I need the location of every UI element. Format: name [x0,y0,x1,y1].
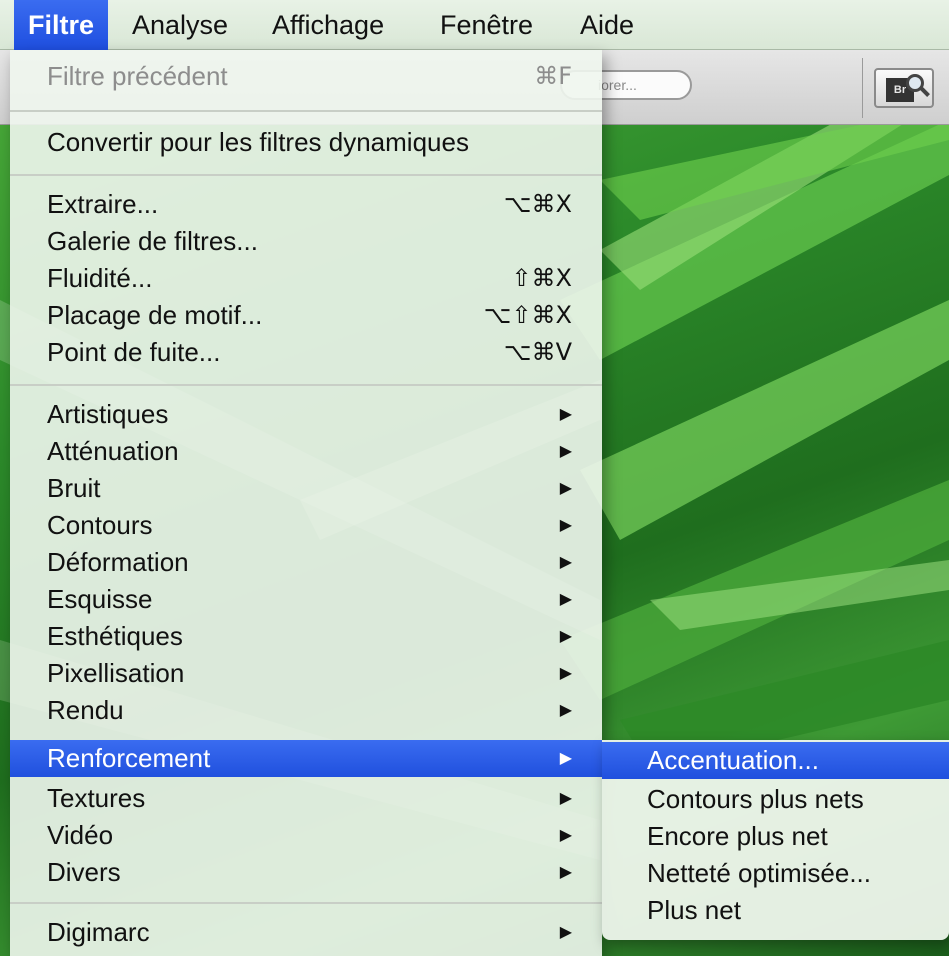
menu-item-galerie-de-filtres[interactable]: Galerie de filtres... [10,223,602,260]
menubar-item-analyse[interactable]: Analyse [118,0,242,50]
submenu-arrow-icon: ▶ [559,591,572,608]
menu-item-rendu[interactable]: Rendu ▶ [10,692,602,729]
submenu-item-plus-net[interactable]: Plus net [602,892,949,929]
submenu-arrow-icon: ▶ [559,406,572,423]
menu-separator [10,384,602,386]
renforcement-submenu: Accentuation... Contours plus nets Encor… [602,740,949,940]
menubar-item-filtre[interactable]: Filtre [14,0,109,50]
menu-item-bruit[interactable]: Bruit ▶ [10,470,602,507]
menu-item-label: Divers [47,857,121,887]
menu-item-label: Filtre précédent [47,61,228,91]
submenu-item-encore-plus-net[interactable]: Encore plus net [602,818,949,855]
menu-separator [10,110,602,112]
submenu-arrow-icon: ▶ [559,750,572,767]
menu-item-pixellisation[interactable]: Pixellisation ▶ [10,655,602,692]
submenu-arrow-icon: ▶ [559,665,572,682]
submenu-arrow-icon: ▶ [559,864,572,881]
menu-item-label: Placage de motif... [47,300,263,330]
shortcut-label: ⌥⇧⌘X [483,301,572,329]
menu-item-textures[interactable]: Textures ▶ [10,780,602,817]
submenu-arrow-icon: ▶ [559,517,572,534]
menubar: Filtre Analyse Affichage Fenêtre Aide [0,0,949,50]
menu-item-label: Vidéo [47,820,114,850]
menu-item-renforcement[interactable]: Renforcement ▶ [10,740,602,777]
menu-item-deformation[interactable]: Déformation ▶ [10,544,602,581]
menubar-item-aide[interactable]: Aide [566,0,648,50]
submenu-arrow-icon: ▶ [559,827,572,844]
menu-item-digimarc[interactable]: Digimarc ▶ [10,914,602,951]
menu-item-divers[interactable]: Divers ▶ [10,854,602,891]
menu-separator [10,902,602,904]
submenu-arrow-icon: ▶ [559,554,572,571]
menu-item-extraire[interactable]: Extraire... ⌥⌘X [10,186,602,223]
menubar-item-affichage[interactable]: Affichage [258,0,398,50]
menu-item-attenuation[interactable]: Atténuation ▶ [10,433,602,470]
menu-item-esquisse[interactable]: Esquisse ▶ [10,581,602,618]
menu-item-point-de-fuite[interactable]: Point de fuite... ⌥⌘V [10,334,602,371]
toolbar-divider [862,58,863,118]
menu-item-label: Atténuation [47,436,179,466]
menu-item-label: Bruit [47,473,101,503]
menu-item-label: Esquisse [47,584,153,614]
magnifier-handle [920,87,930,97]
menu-item-label: Esthétiques [47,621,183,651]
menu-item-label: Contours [47,510,153,540]
menu-item-label: Artistiques [47,399,169,429]
menu-item-label: Convertir pour les filtres dynamiques [47,127,469,157]
submenu-item-contours-plus-nets[interactable]: Contours plus nets [602,781,949,818]
menu-item-label: Digimarc [47,917,150,947]
menu-item-filtre-precedent: Filtre précédent ⌘F [10,58,602,95]
bridge-button[interactable]: Br [874,68,934,108]
submenu-arrow-icon: ▶ [559,628,572,645]
menubar-item-fenetre[interactable]: Fenêtre [426,0,547,50]
menu-item-label: Pixellisation [47,658,185,688]
filtre-menu: Filtre précédent ⌘F Convertir pour les f… [10,50,602,956]
menu-item-esthetiques[interactable]: Esthétiques ▶ [10,618,602,655]
submenu-arrow-icon: ▶ [559,790,572,807]
menu-item-label: Galerie de filtres... [47,226,258,256]
shortcut-label: ⌥⌘X [503,190,572,218]
menu-item-label: Renforcement [47,743,211,773]
menu-item-label: Déformation [47,547,189,577]
submenu-item-nettete-optimisee[interactable]: Netteté optimisée... [602,855,949,892]
menu-item-fluidite[interactable]: Fluidité... ⇧⌘X [10,260,602,297]
shortcut-label: ⇧⌘X [511,264,572,292]
submenu-arrow-icon: ▶ [559,702,572,719]
shortcut-label: ⌘F [534,62,572,90]
submenu-arrow-icon: ▶ [559,443,572,460]
menu-item-placage-de-motif[interactable]: Placage de motif... ⌥⇧⌘X [10,297,602,334]
menu-item-label: Rendu [47,695,124,725]
menu-item-contours[interactable]: Contours ▶ [10,507,602,544]
menu-item-label: Extraire... [47,189,159,219]
menu-item-artistiques[interactable]: Artistiques ▶ [10,396,602,433]
submenu-item-accentuation[interactable]: Accentuation... [602,742,949,779]
menu-item-video[interactable]: Vidéo ▶ [10,817,602,854]
menu-item-label: Fluidité... [47,263,153,293]
shortcut-label: ⌥⌘V [503,338,572,366]
menu-item-label: Point de fuite... [47,337,221,367]
menu-separator [10,174,602,176]
submenu-arrow-icon: ▶ [559,480,572,497]
menu-item-label: Textures [47,783,146,813]
submenu-arrow-icon: ▶ [559,924,572,941]
menu-item-convertir-filtres-dynamiques[interactable]: Convertir pour les filtres dynamiques [10,124,602,161]
